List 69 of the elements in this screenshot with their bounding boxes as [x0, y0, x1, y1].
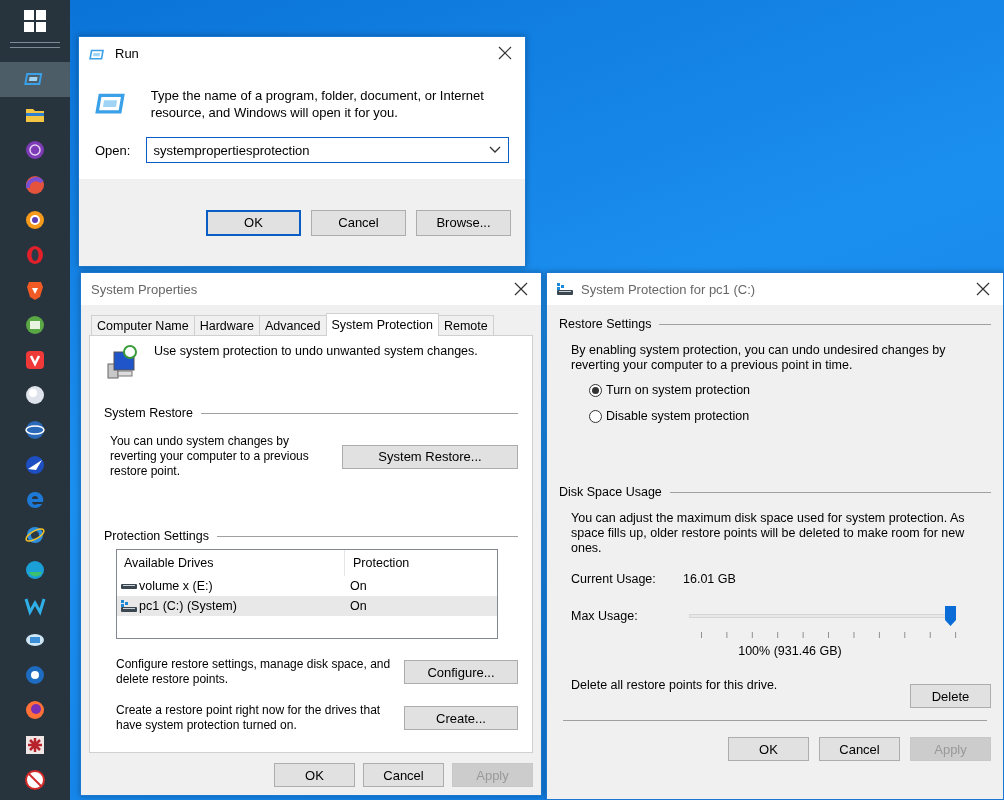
app-icon	[24, 348, 46, 371]
intro-text: Use system protection to undo unwanted system changes.	[154, 344, 478, 358]
app-icon	[24, 453, 46, 476]
system-drive-icon	[557, 283, 573, 295]
system-drive-icon	[121, 600, 137, 612]
delete-button[interactable]: Delete	[910, 684, 991, 708]
description-text: Type the name of a program, folder, document, or Internet resource, and Windows will open it for you.	[150, 87, 485, 121]
app-icon	[24, 313, 46, 336]
app-icon	[24, 698, 46, 721]
dialog-button[interactable]: OK	[728, 737, 809, 761]
dialog-button[interactable]: OK	[206, 209, 301, 236]
radio-label[interactable]: Disable system protection	[606, 409, 750, 423]
configure-text: Configure restore settings, manage disk space, and delete restore points.	[116, 657, 392, 687]
disk-space-text: You can adjust the maximum disk space used for system protection. As space fills up, older restore points will be deleted to make room for new ones.	[570, 510, 966, 556]
section-heading: Restore Settings	[559, 317, 652, 331]
app-icon	[24, 208, 46, 231]
radio-button[interactable]	[589, 409, 602, 423]
dropdown-caret-icon[interactable]	[489, 146, 501, 154]
open-input-field[interactable]: systempropertiesprotection	[146, 137, 509, 163]
app-icon	[24, 243, 46, 266]
app-icon	[24, 768, 46, 791]
drive-name: volume x (E:)	[139, 579, 213, 593]
app-icon	[24, 138, 46, 161]
section-heading: System Restore	[104, 406, 193, 420]
window-title: System Properties	[91, 281, 199, 297]
create-text: Create a restore point right now for the drives that have system protection turned on.	[116, 703, 382, 733]
radio-label[interactable]: Turn on system protection	[606, 383, 751, 397]
section-heading: Protection Settings	[104, 529, 209, 543]
windows-logo-icon[interactable]	[24, 10, 46, 32]
column-header[interactable]: Protection	[345, 556, 410, 570]
configure-button[interactable]: Configure...	[404, 660, 518, 684]
protection-status: On	[349, 579, 367, 593]
slider-thumb[interactable]	[945, 606, 956, 626]
slider-ticks-icon	[701, 632, 957, 638]
window-title: System Protection for pc1 (C:)	[581, 281, 757, 297]
protection-status: On	[349, 599, 367, 613]
drive-row[interactable]: pc1 (C:) (System) On	[117, 596, 497, 616]
app-icon	[24, 173, 46, 196]
dialog-button[interactable]: Browse...	[416, 209, 511, 236]
current-usage-value: 16.01 GB	[683, 572, 736, 586]
drive-name: pc1 (C:) (System)	[139, 599, 237, 613]
current-usage-label: Current Usage:	[571, 572, 657, 586]
dialog-button[interactable]: OK	[274, 763, 355, 787]
restore-settings-text: By enabling system protection, you can undo undesired changes by reverting your computer to a previous point in time.	[570, 342, 947, 373]
app-icon	[24, 558, 46, 581]
column-header[interactable]: Available Drives	[117, 550, 345, 576]
radio-button[interactable]	[589, 383, 602, 397]
app-icon	[24, 663, 46, 686]
system-restore-text: You can undo system changes by reverting your computer to a previous restore point.	[110, 434, 310, 479]
system-restore-button[interactable]: System Restore...	[342, 444, 518, 469]
dialog-button[interactable]: Cancel	[363, 763, 444, 787]
section-heading: Disk Space Usage	[559, 485, 662, 499]
open-label: Open:	[95, 142, 131, 158]
tab[interactable]: Computer Name	[91, 315, 195, 335]
app-icon	[24, 733, 46, 756]
app-icon	[24, 383, 46, 406]
window-title: Run	[115, 45, 140, 61]
dialog-button[interactable]: Cancel	[311, 209, 406, 236]
delete-text: Delete all restore points for this drive.	[571, 678, 778, 692]
drive-row[interactable]: volume x (E:) On	[117, 576, 497, 596]
max-usage-reading: 100% (931.46 GB)	[737, 643, 843, 658]
max-usage-label: Max Usage:	[571, 609, 639, 623]
drive-icon	[121, 583, 137, 589]
app-icon	[24, 418, 46, 441]
tab[interactable]: Remote	[437, 315, 494, 335]
computer-restore-icon	[104, 344, 140, 380]
create-button[interactable]: Create...	[404, 706, 518, 730]
tab[interactable]: System Protection	[325, 313, 439, 336]
dialog-button[interactable]: Cancel	[819, 737, 900, 761]
